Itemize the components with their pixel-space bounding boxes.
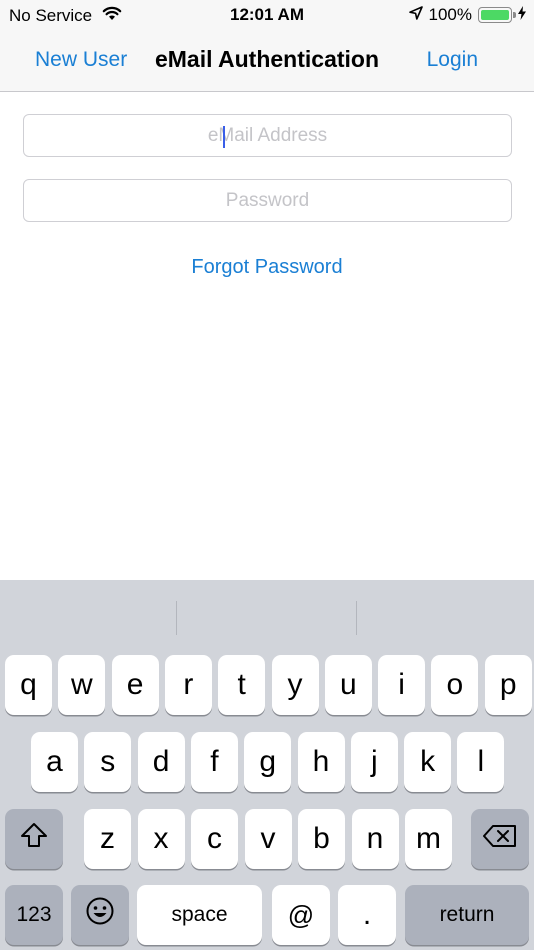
key-j[interactable]: j [350,732,398,792]
key-s[interactable]: s [84,732,132,792]
key-n[interactable]: n [351,809,399,869]
delete-key[interactable] [471,809,529,869]
key-y[interactable]: y [271,655,319,715]
key-p[interactable]: p [484,655,532,715]
key-x[interactable]: x [137,809,185,869]
emoji-icon [85,896,115,934]
emoji-key[interactable] [71,885,129,945]
location-arrow-icon [408,5,423,25]
shift-icon [20,822,48,856]
key-k[interactable]: k [404,732,452,792]
predictive-bar [0,580,534,642]
key-f[interactable]: f [190,732,238,792]
period-key[interactable]: . [338,885,396,945]
return-key[interactable]: return [405,885,529,945]
nav-bar: New User eMail Authentication Login [0,30,534,92]
keyboard: qwertyuiop asdfghjkl zxcvbnm 123 space @ .… [0,580,534,950]
battery-level-fill [481,10,509,20]
key-w[interactable]: w [58,655,106,715]
shift-key[interactable] [5,809,63,869]
login-button[interactable]: Login [427,48,478,72]
status-right: 100% [408,5,526,25]
password-field-container [23,179,512,222]
battery-percent: 100% [428,5,472,24]
key-l[interactable]: l [457,732,505,792]
key-e[interactable]: e [111,655,159,715]
forgot-password-link[interactable]: Forgot Password [0,256,534,279]
key-v[interactable]: v [244,809,292,869]
status-bar: No Service 12:01 AM 100% [0,0,534,30]
key-r[interactable]: r [164,655,212,715]
email-field-container [23,114,512,157]
key-h[interactable]: h [297,732,345,792]
at-key[interactable]: @ [272,885,330,945]
key-d[interactable]: d [137,732,185,792]
battery-icon [478,7,516,23]
key-u[interactable]: u [324,655,372,715]
key-b[interactable]: b [298,809,345,869]
key-q[interactable]: q [5,655,52,715]
key-g[interactable]: g [244,732,292,792]
key-t[interactable]: t [218,655,266,715]
email-field[interactable] [24,115,511,156]
space-key[interactable]: space [137,885,262,945]
key-c[interactable]: c [191,809,238,869]
key-i[interactable]: i [378,655,426,715]
delete-backward-icon [483,822,517,856]
bolt-icon [518,5,526,25]
key-a[interactable]: a [31,732,78,792]
key-m[interactable]: m [405,809,452,869]
password-field[interactable] [24,180,511,221]
numbers-key[interactable]: 123 [5,885,63,945]
predictive-divider [356,601,357,635]
key-z[interactable]: z [84,809,131,869]
key-o[interactable]: o [431,655,479,715]
predictive-divider [176,601,177,635]
text-cursor [223,126,225,148]
